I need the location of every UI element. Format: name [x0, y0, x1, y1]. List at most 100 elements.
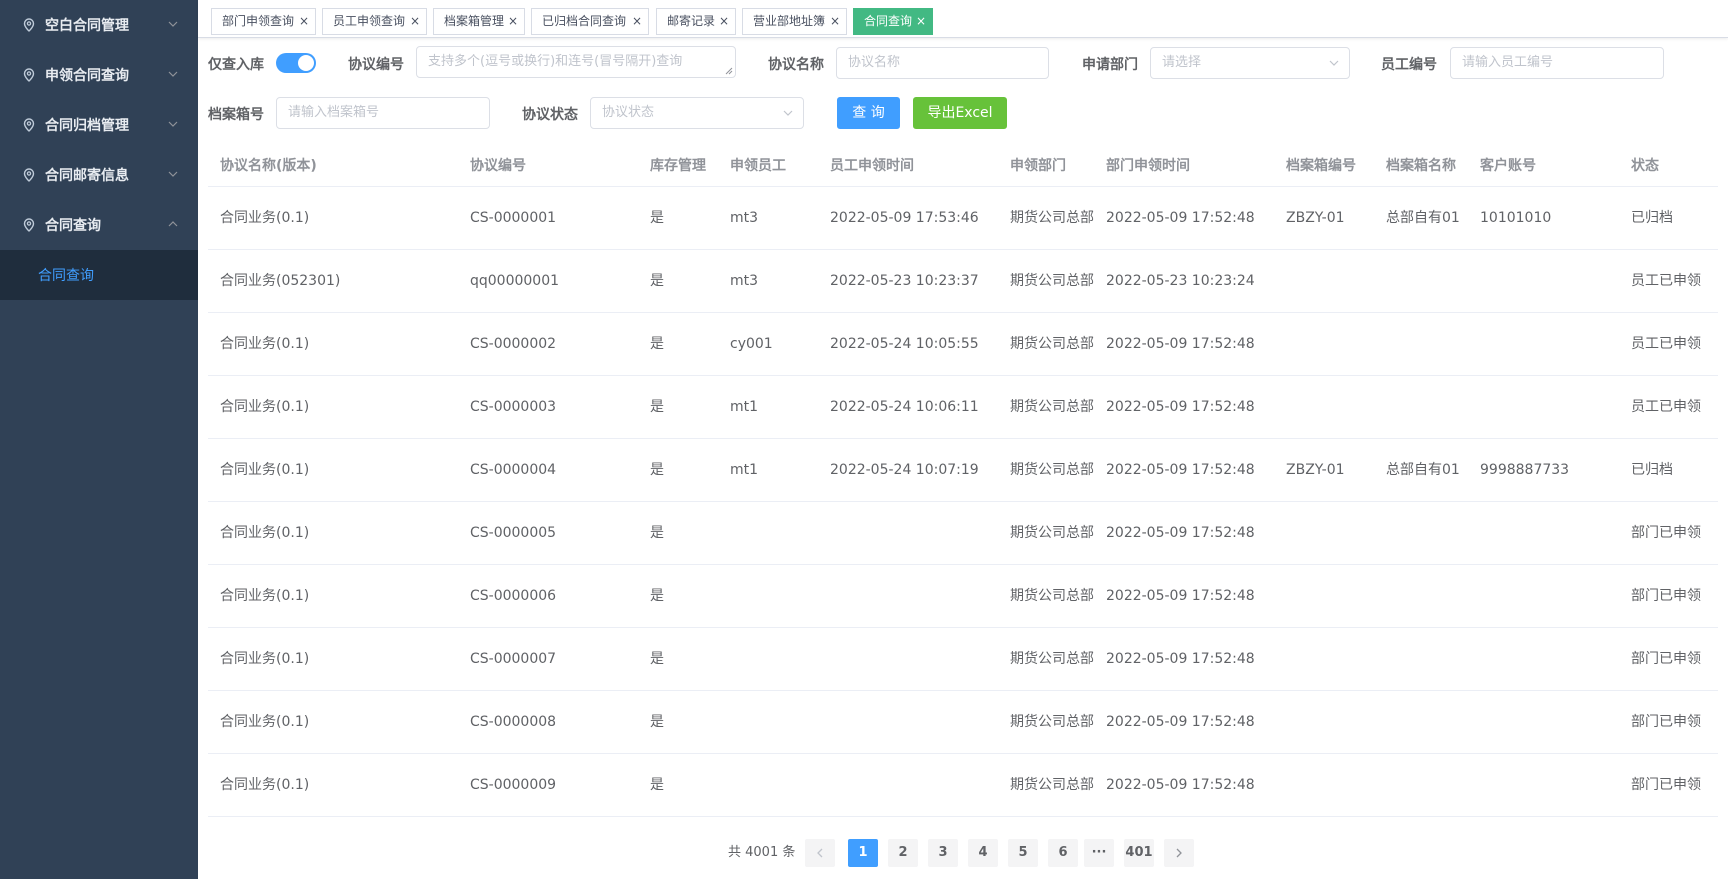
next-page-button[interactable]	[1164, 839, 1194, 867]
col-agreement-name-cell: 合同业务(0.1)	[220, 399, 310, 415]
sidebar-item-mail-info[interactable]: 合同邮寄信息	[0, 150, 198, 200]
col-employee-claim-time-cell: 2022-05-23 10:23:37	[830, 273, 979, 289]
col-claim-employee-cell	[730, 565, 820, 628]
resize-grip-icon[interactable]	[725, 67, 733, 75]
col-box-no-cell	[1286, 250, 1376, 313]
prev-page-button[interactable]	[805, 839, 835, 867]
col-box-no-cell	[1286, 754, 1376, 817]
table-row[interactable]: 合同业务(0.1) CS-0000001 是 mt3 2022-05-09 17:53:…	[208, 187, 1718, 250]
page-ellipsis[interactable]: ···	[1084, 839, 1114, 867]
table-row[interactable]: 合同业务(0.1) CS-0000006 是 期货公司总部 2022-05-09 17:…	[208, 565, 1718, 628]
table-row[interactable]: 合同业务(0.1) CS-0000007 是 期货公司总部 2022-05-09 17:…	[208, 628, 1718, 691]
status-select[interactable]: 协议状态	[590, 97, 804, 129]
chevron-down-icon	[168, 21, 178, 27]
sidebar-item-contract-query[interactable]: 合同查询	[0, 200, 198, 250]
table-row[interactable]: 合同业务(0.1) CS-0000005 是 期货公司总部 2022-05-09 17:…	[208, 502, 1718, 565]
sidebar-item-label: 申领合同查询	[45, 68, 129, 84]
table-row[interactable]: 合同业务(0.1) CS-0000004 是 mt1 2022-05-24 10:07:…	[208, 439, 1718, 502]
page-button[interactable]: 4	[968, 839, 998, 867]
close-icon[interactable]: ×	[916, 9, 926, 34]
tab-label: 营业部地址簿	[753, 14, 826, 28]
col-agreement-name-cell: 合同业务(0.1)	[220, 525, 310, 541]
col-claim-employee-header: 申领员工	[730, 158, 786, 174]
table-row[interactable]: 合同业务(0.1) CS-0000009 是 期货公司总部 2022-05-09 17:…	[208, 754, 1718, 817]
col-claim-employee-cell	[730, 502, 820, 565]
col-dept-claim-time-cell: 2022-05-09 17:52:48	[1106, 714, 1255, 730]
query-button[interactable]: 查 询	[837, 97, 900, 129]
tab-contract-query[interactable]: 合同查询 ×	[853, 8, 933, 35]
close-icon[interactable]: ×	[632, 9, 642, 34]
page-button[interactable]: 401	[1124, 839, 1154, 867]
col-box-name-cell	[1386, 691, 1466, 754]
col-claim-dept-cell: 期货公司总部	[1010, 210, 1094, 226]
tab-archived-contract-query[interactable]: 已归档合同查询 ×	[531, 8, 649, 35]
chevron-down-icon	[168, 71, 178, 77]
sidebar-item-blank-contract[interactable]: 空白合同管理	[0, 0, 198, 50]
col-dept-claim-time-cell: 2022-05-23 10:23:24	[1106, 273, 1255, 289]
col-status-cell: 部门已申领	[1631, 777, 1701, 793]
sidebar-item-label: 合同查询	[45, 218, 101, 234]
agreement-name-input[interactable]: 协议名称	[836, 47, 1049, 79]
close-icon[interactable]: ×	[719, 9, 729, 34]
col-claim-employee-cell	[730, 628, 820, 691]
col-agreement-no-cell: CS-0000004	[470, 462, 557, 478]
col-agreement-no-cell: CS-0000005	[470, 525, 557, 541]
col-box-no-cell	[1286, 502, 1376, 565]
col-box-name-header: 档案箱名称	[1386, 158, 1456, 174]
col-stock-managed-cell: 是	[650, 273, 664, 289]
in-stock-label: 仅查入库	[208, 57, 264, 73]
table-row[interactable]: 合同业务(0.1) CS-0000008 是 期货公司总部 2022-05-09 17:…	[208, 691, 1718, 754]
location-pin-icon	[23, 18, 35, 32]
tab-employee-claim-query[interactable]: 员工申领查询 ×	[322, 8, 427, 35]
sidebar-subitem-contract-query[interactable]: 合同查询	[0, 250, 198, 300]
col-claim-employee-cell: mt3	[730, 210, 759, 226]
table-row[interactable]: 合同业务(0.1) CS-0000003 是 mt1 2022-05-24 10:06:…	[208, 376, 1718, 439]
sidebar-item-archive[interactable]: 合同归档管理	[0, 100, 198, 150]
col-status-cell: 员工已申领	[1631, 399, 1701, 415]
close-icon[interactable]: ×	[410, 9, 420, 34]
chevron-down-icon	[1329, 60, 1339, 66]
table-row[interactable]: 合同业务(0.1) CS-0000002 是 cy001 2022-05-24 10:0…	[208, 313, 1718, 376]
col-agreement-no-cell: CS-0000002	[470, 336, 557, 352]
col-claim-dept-cell: 期货公司总部	[1010, 525, 1094, 541]
col-status-cell: 部门已申领	[1631, 525, 1701, 541]
tab-dept-claim-query[interactable]: 部门申领查询 ×	[211, 8, 316, 35]
table-row[interactable]: 合同业务(052301) qq00000001 是 mt3 2022-05-23 10:…	[208, 250, 1718, 313]
dept-select[interactable]: 请选择	[1150, 47, 1350, 79]
page-button[interactable]: 2	[888, 839, 918, 867]
col-dept-claim-time-cell: 2022-05-09 17:52:48	[1106, 777, 1255, 793]
page-button[interactable]: 6	[1048, 839, 1078, 867]
col-box-name-cell	[1386, 565, 1466, 628]
col-claim-dept-cell: 期货公司总部	[1010, 336, 1094, 352]
col-box-no-cell	[1286, 691, 1376, 754]
page-button[interactable]: 3	[928, 839, 958, 867]
employee-no-label: 员工编号	[1381, 57, 1437, 73]
agreement-no-textarea[interactable]: 支持多个(逗号或换行)和连号(冒号隔开)查询	[416, 46, 736, 78]
col-box-no-cell	[1286, 376, 1376, 439]
col-box-name-cell	[1386, 628, 1466, 691]
close-icon[interactable]: ×	[830, 9, 840, 34]
col-employee-claim-time-cell	[830, 502, 1000, 565]
col-dept-claim-time-cell: 2022-05-09 17:52:48	[1106, 462, 1255, 478]
page-button[interactable]: 5	[1008, 839, 1038, 867]
col-agreement-name-cell: 合同业务(0.1)	[220, 714, 310, 730]
box-no-input[interactable]: 请输入档案箱号	[276, 97, 490, 129]
close-icon[interactable]: ×	[299, 9, 309, 34]
tab-archive-box-manage[interactable]: 档案箱管理 ×	[433, 8, 525, 35]
tab-branch-address-book[interactable]: 营业部地址簿 ×	[742, 8, 847, 35]
col-stock-managed-header: 库存管理	[650, 158, 706, 174]
chevron-down-icon	[783, 110, 793, 116]
col-customer-account-cell	[1480, 754, 1620, 817]
close-icon[interactable]: ×	[508, 9, 518, 34]
in-stock-switch[interactable]	[276, 53, 316, 73]
tab-mail-records[interactable]: 邮寄记录 ×	[656, 8, 736, 35]
col-claim-employee-cell: mt1	[730, 462, 759, 478]
export-excel-button[interactable]: 导出Excel	[913, 97, 1007, 129]
col-dept-claim-time-cell: 2022-05-09 17:52:48	[1106, 210, 1255, 226]
employee-no-input[interactable]: 请输入员工编号	[1450, 47, 1664, 79]
page-button[interactable]: 1	[848, 839, 878, 867]
col-stock-managed-cell: 是	[650, 777, 664, 793]
col-agreement-name-cell: 合同业务(0.1)	[220, 588, 310, 604]
col-status-cell: 部门已申领	[1631, 651, 1701, 667]
sidebar-item-claim-query[interactable]: 申领合同查询	[0, 50, 198, 100]
